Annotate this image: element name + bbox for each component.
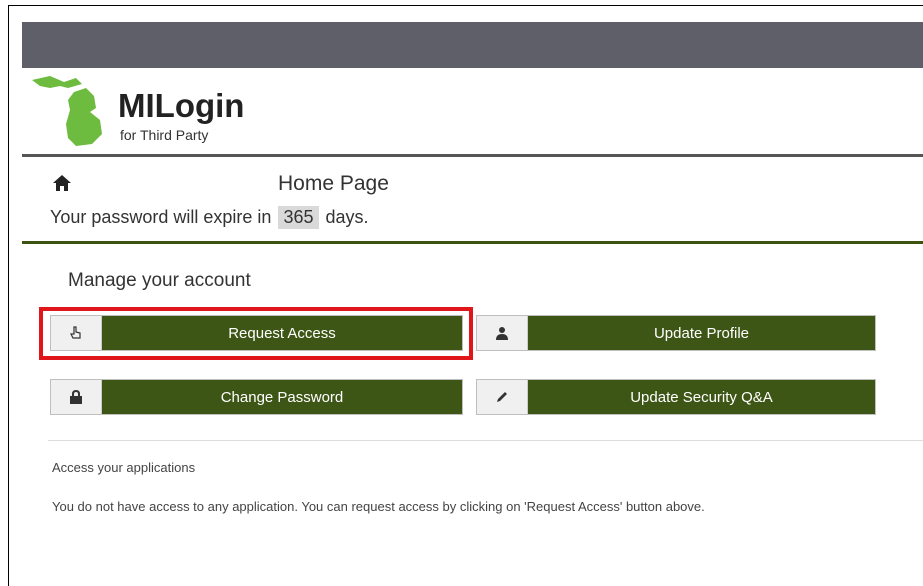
update-security-qa-label: Update Security Q&A bbox=[528, 380, 875, 414]
expiry-suffix: days. bbox=[325, 207, 369, 227]
update-profile-label: Update Profile bbox=[528, 316, 875, 350]
pointing-hand-icon bbox=[51, 316, 102, 350]
top-bar bbox=[22, 22, 923, 68]
request-access-button[interactable]: Request Access bbox=[50, 315, 463, 351]
update-security-qa-button[interactable]: Update Security Q&A bbox=[476, 379, 876, 415]
home-icon[interactable] bbox=[52, 174, 72, 192]
expiry-days: 365 bbox=[278, 206, 319, 229]
header-divider bbox=[22, 154, 923, 157]
expiry-prefix: Your password will expire in bbox=[50, 207, 272, 227]
applications-heading: Access your applications bbox=[52, 460, 196, 475]
applications-message: You do not have access to any applicatio… bbox=[52, 499, 705, 514]
pencil-icon bbox=[477, 380, 528, 414]
page-title: Home Page bbox=[278, 172, 389, 195]
brand-title: MILogin bbox=[118, 87, 245, 124]
change-password-button[interactable]: Change Password bbox=[50, 379, 463, 415]
applications-divider bbox=[48, 440, 923, 441]
brand-subtitle: for Third Party bbox=[120, 127, 209, 143]
password-expiry-notice: Your password will expire in 365 days. bbox=[50, 206, 369, 229]
michigan-logo-icon bbox=[32, 76, 102, 146]
section-divider bbox=[22, 241, 923, 244]
lock-icon bbox=[51, 380, 102, 414]
user-icon bbox=[477, 316, 528, 350]
manage-account-heading: Manage your account bbox=[68, 270, 251, 291]
request-access-label: Request Access bbox=[102, 316, 462, 350]
update-profile-button[interactable]: Update Profile bbox=[476, 315, 876, 351]
change-password-label: Change Password bbox=[102, 380, 462, 414]
